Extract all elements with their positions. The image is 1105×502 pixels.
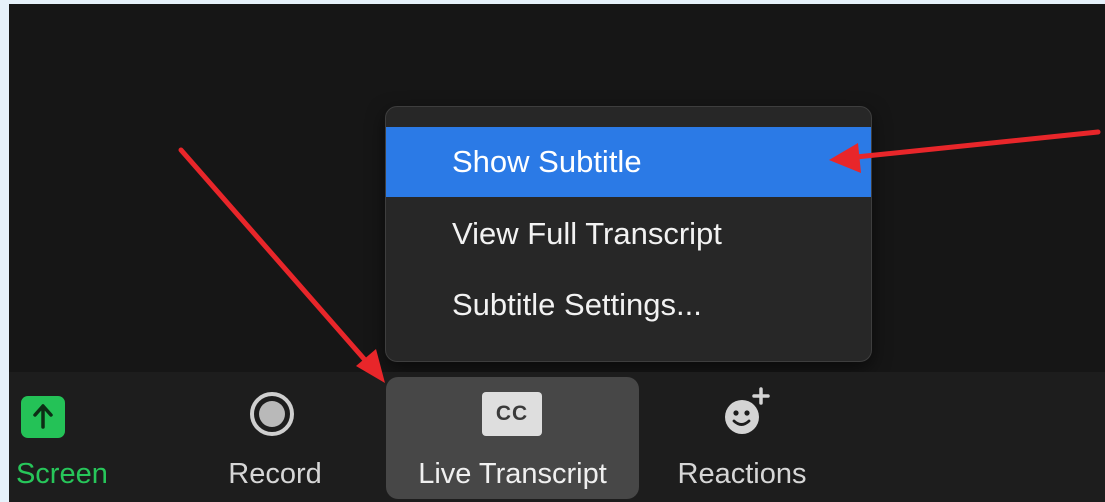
menu-item-view-full-transcript[interactable]: View Full Transcript xyxy=(386,199,871,269)
record-icon xyxy=(250,392,294,436)
live-transcript-label: Live Transcript xyxy=(418,458,607,490)
meeting-toolbar: re Screen Record CC Live Transcript Reac… xyxy=(9,372,1105,502)
record-button[interactable]: Record xyxy=(205,372,345,502)
arrow-up-icon xyxy=(21,396,65,438)
reactions-button[interactable]: Reactions xyxy=(667,372,817,502)
share-screen-label: re Screen xyxy=(9,458,108,490)
cc-icon: CC xyxy=(482,392,542,436)
reactions-label: Reactions xyxy=(677,458,807,490)
menu-item-show-subtitle[interactable]: Show Subtitle xyxy=(386,127,871,197)
live-transcript-button[interactable]: CC Live Transcript xyxy=(386,377,639,499)
add-reaction-icon xyxy=(725,387,770,434)
menu-item-subtitle-settings[interactable]: Subtitle Settings... xyxy=(386,270,871,340)
live-transcript-menu: Show Subtitle View Full Transcript Subti… xyxy=(385,106,872,362)
share-screen-button[interactable]: re Screen xyxy=(9,372,145,502)
record-label: Record xyxy=(228,458,322,490)
meeting-window: Show Subtitle View Full Transcript Subti… xyxy=(9,4,1105,502)
